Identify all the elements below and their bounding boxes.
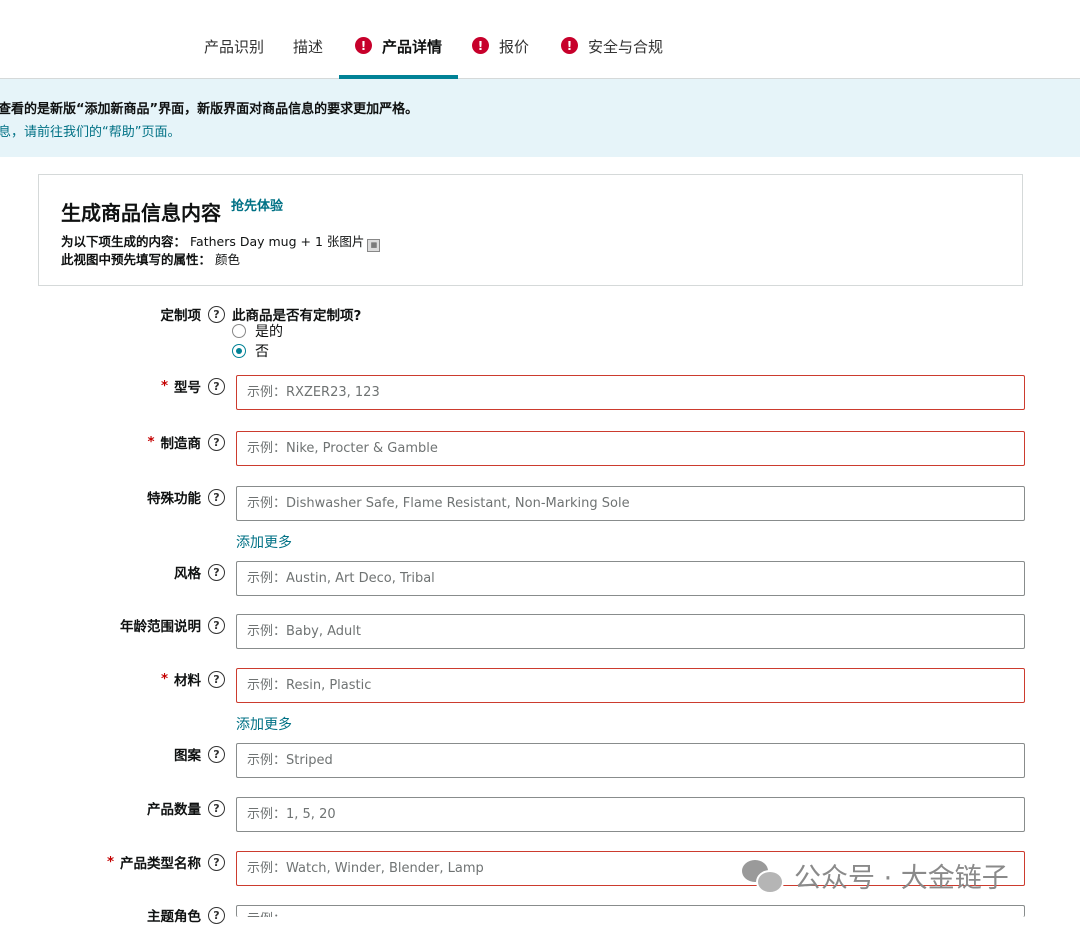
tab-offer[interactable]: ! 报价	[472, 36, 529, 78]
ai-prefill-label: 此视图中预先填写的属性：	[61, 252, 212, 267]
help-icon[interactable]: ?	[208, 488, 225, 506]
tab-description[interactable]: 描述	[293, 36, 323, 78]
quantity-label: 产品数量 ?	[147, 798, 225, 818]
radio-option-no[interactable]: 否	[232, 341, 269, 361]
field-label-text: 主题角色	[147, 909, 201, 925]
radio-label: 否	[255, 344, 269, 360]
radio-label: 是的	[255, 324, 283, 340]
pattern-input[interactable]: 示例：Striped	[236, 743, 1025, 778]
required-asterisk: *	[160, 671, 168, 687]
tab-label: 安全与合规	[588, 38, 664, 56]
age-range-label: 年龄范围说明 ?	[120, 615, 225, 635]
field-label-text: 定制项	[160, 308, 202, 324]
required-asterisk: *	[160, 378, 168, 394]
customization-label: 定制项 ?	[160, 304, 225, 324]
image-icon: ▦	[367, 239, 381, 252]
field-label-text: 图案	[174, 748, 201, 764]
field-label-text: 特殊功能	[147, 491, 201, 507]
add-more-material-link[interactable]: 添加更多	[236, 714, 292, 734]
tab-label: 产品详情	[382, 38, 443, 56]
ai-prefill-row: 此视图中预先填写的属性： 颜色	[61, 249, 240, 268]
help-icon[interactable]: ?	[208, 745, 225, 763]
wechat-icon	[742, 859, 784, 894]
field-label-text: 产品数量	[147, 802, 201, 818]
banner-help-link[interactable]: 息，请前往我们的“帮助”页面。	[0, 121, 180, 140]
required-asterisk: *	[106, 854, 114, 870]
help-icon[interactable]: ?	[208, 563, 225, 581]
tab-label: 报价	[499, 38, 530, 56]
tab-label: 描述	[293, 38, 324, 56]
quantity-input[interactable]: 示例：1, 5, 20	[236, 797, 1025, 832]
info-banner: 查看的是新版“添加新商品”界面，新版界面对商品信息的要求更加严格。 息，请前往我…	[0, 79, 1080, 157]
field-label-text: 制造商	[160, 436, 202, 452]
special-features-input[interactable]: 示例：Dishwasher Safe, Flame Resistant, Non…	[236, 486, 1025, 521]
material-label: * 材料 ?	[161, 669, 225, 689]
banner-message: 查看的是新版“添加新商品”界面，新版界面对商品信息的要求更加严格。	[0, 102, 419, 117]
tab-safety-compliance[interactable]: ! 安全与合规	[561, 36, 663, 78]
special-features-label: 特殊功能 ?	[147, 487, 225, 507]
early-access-badge: 抢先体验	[231, 199, 284, 214]
manufacturer-input[interactable]: 示例：Nike, Procter & Gamble	[236, 431, 1025, 466]
ai-prefill-value: 颜色	[215, 252, 241, 267]
radio-button[interactable]	[232, 324, 246, 338]
required-asterisk: *	[147, 434, 155, 450]
ai-source-label: 为以下项生成的内容：	[61, 234, 187, 249]
field-label-text: 年龄范围说明	[120, 619, 201, 635]
help-icon[interactable]: ?	[208, 906, 225, 924]
help-icon[interactable]: ?	[208, 616, 225, 634]
material-input[interactable]: 示例：Resin, Plastic	[236, 668, 1025, 703]
alert-icon: !	[472, 37, 489, 54]
add-more-special-features-link[interactable]: 添加更多	[236, 532, 292, 552]
style-input[interactable]: 示例：Austin, Art Deco, Tribal	[236, 561, 1025, 596]
watermark: 公众号 · 大金链子	[742, 856, 1009, 895]
ai-box-title: 生成商品信息内容	[61, 201, 221, 225]
theme-character-input[interactable]: 示例：	[236, 905, 1025, 917]
tab-product-details[interactable]: ! 产品详情	[338, 36, 459, 79]
radio-button[interactable]	[232, 344, 246, 358]
watermark-text: 公众号 · 大金链子	[794, 863, 1009, 894]
field-label-text: 材料	[174, 673, 201, 689]
help-icon[interactable]: ?	[208, 853, 225, 871]
field-label-text: 型号	[174, 380, 201, 396]
ai-source-value: Fathers Day mug + 1 张图片	[190, 234, 365, 249]
tab-product-identity[interactable]: 产品识别	[204, 36, 264, 78]
age-range-input[interactable]: 示例：Baby, Adult	[236, 614, 1025, 649]
help-icon[interactable]: ?	[208, 433, 225, 451]
help-icon[interactable]: ?	[208, 377, 225, 395]
alert-icon: !	[561, 37, 578, 54]
model-input[interactable]: 示例：RXZER23, 123	[236, 375, 1025, 410]
tab-bar: 产品识别 描述 ! 产品详情 ! 报价 ! 安全与合规	[0, 0, 1080, 79]
manufacturer-label: * 制造商 ?	[147, 432, 225, 452]
theme-character-label: 主题角色 ?	[147, 905, 225, 925]
help-icon[interactable]: ?	[208, 670, 225, 688]
tab-label: 产品识别	[204, 38, 265, 56]
radio-option-yes[interactable]: 是的	[232, 321, 283, 341]
pattern-label: 图案 ?	[174, 744, 225, 764]
help-icon[interactable]: ?	[208, 305, 225, 323]
style-label: 风格 ?	[174, 562, 225, 582]
field-label-text: 风格	[174, 566, 201, 582]
product-type-label: * 产品类型名称 ?	[107, 852, 225, 872]
field-label-text: 产品类型名称	[120, 856, 201, 872]
alert-icon: !	[355, 37, 372, 54]
ai-content-box: 生成商品信息内容 抢先体验 为以下项生成的内容： Fathers Day mug…	[38, 174, 1023, 286]
model-label: * 型号 ?	[161, 376, 225, 396]
help-icon[interactable]: ?	[208, 799, 225, 817]
